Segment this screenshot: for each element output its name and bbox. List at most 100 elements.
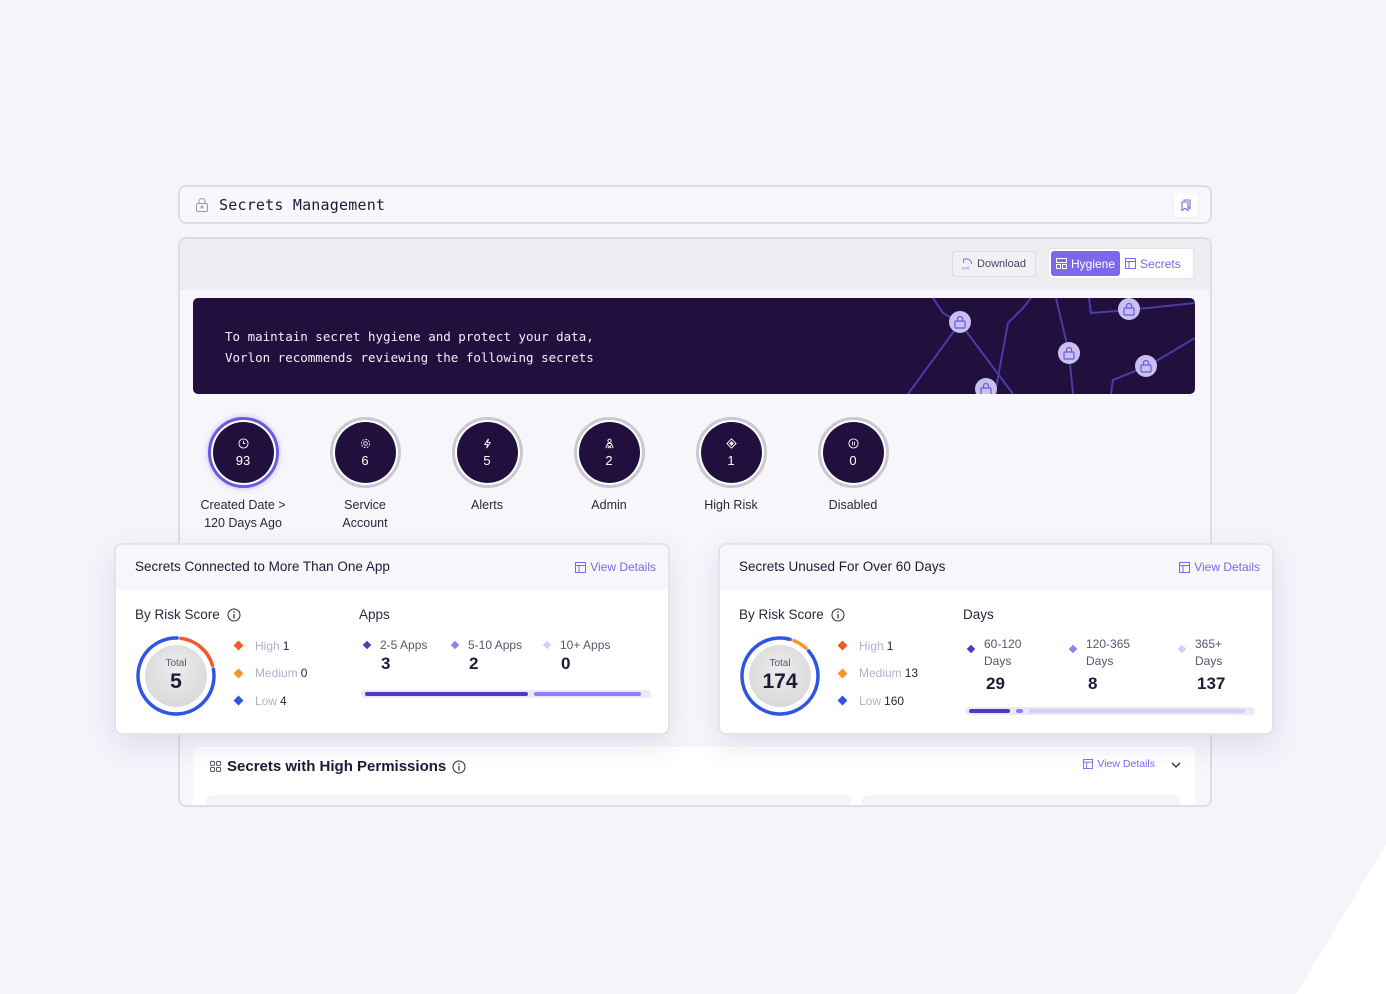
- legend-value: 160: [884, 693, 905, 708]
- bucket-60-120-days: 60-120 Days 29: [965, 636, 1021, 694]
- bar-segment-1: [365, 692, 529, 696]
- stat-service-account[interactable]: 6 Service Account: [310, 417, 420, 532]
- stat-label-line1: Alerts: [471, 498, 503, 512]
- banner-line-2: Vorlon recommends reviewing the followin…: [225, 350, 594, 365]
- stat-alerts[interactable]: 5 Alerts: [432, 417, 542, 514]
- stat-disc: 0: [822, 422, 884, 483]
- view-details-label: View Details: [1194, 560, 1260, 574]
- panel-toolbar: csv Download Hygiene Secrets: [180, 239, 1210, 290]
- diamond-icon: [233, 640, 244, 651]
- stat-label: Alerts: [432, 496, 542, 514]
- risk-score-title: By Risk Score: [739, 607, 824, 622]
- stat-disc: 93: [212, 422, 274, 483]
- risk-donut: Total 174: [739, 635, 821, 717]
- tab-hygiene-label: Hygiene: [1071, 256, 1116, 271]
- permissions-subpanel-left: [206, 795, 851, 805]
- bucket-label-line2: Days: [984, 654, 1012, 668]
- bucket-value: 2: [469, 654, 479, 673]
- page-title: Secrets Management: [219, 195, 386, 214]
- lock-icon: [196, 197, 208, 212]
- diamond-icon: [1068, 644, 1078, 654]
- risk-score-label: By Risk Score: [135, 607, 241, 622]
- legend-value: 0: [300, 666, 308, 681]
- view-details-label: View Details: [1097, 758, 1155, 770]
- info-icon[interactable]: [831, 608, 845, 622]
- high-permissions-title: Secrets with High Permissions: [227, 758, 447, 775]
- diamond-icon: [450, 640, 460, 650]
- view-toggle: Hygiene Secrets: [1048, 248, 1194, 279]
- card-title: Secrets Connected to More Than One App: [135, 559, 390, 574]
- legend-label: Medium: [255, 666, 298, 681]
- diamond-icon: [837, 668, 848, 679]
- diamond-icon: [233, 668, 244, 679]
- days-label: Days: [963, 607, 994, 622]
- stat-disabled[interactable]: 0 Disabled: [798, 417, 908, 514]
- risk-donut: Total 5: [135, 635, 217, 717]
- legend-item-high: High 1: [837, 632, 918, 660]
- admin-user-icon: [604, 438, 614, 448]
- bookmarks-icon: [1181, 199, 1191, 212]
- diamond-icon: [837, 695, 848, 706]
- stat-value: 5: [483, 452, 491, 468]
- days-distribution-bar: [965, 707, 1255, 715]
- legend-item-medium: Medium 13: [837, 660, 918, 688]
- stat-label-line1: High Risk: [704, 498, 758, 512]
- stats-row: 93 Created Date > 120 Days Ago 6 Service…: [193, 417, 1193, 532]
- view-details-link[interactable]: View Details: [1179, 560, 1260, 574]
- view-details-link[interactable]: View Details: [575, 560, 656, 574]
- download-label: Download: [977, 258, 1026, 270]
- bucket-value: 137: [1197, 674, 1226, 693]
- risk-score-label: By Risk Score: [739, 607, 845, 622]
- apps-label: Apps: [359, 607, 390, 622]
- grid-layout-icon: [1056, 258, 1067, 269]
- stat-admin[interactable]: 2 Admin: [554, 417, 664, 514]
- tab-secrets[interactable]: Secrets: [1120, 251, 1186, 276]
- download-csv-button[interactable]: csv Download: [952, 251, 1036, 277]
- card-header: Secrets Unused For Over 60 Days View Det…: [720, 545, 1272, 590]
- stat-high-risk[interactable]: 1 High Risk: [676, 417, 786, 514]
- info-icon[interactable]: [227, 608, 241, 622]
- stat-value: 6: [361, 452, 369, 468]
- table-icon: [1179, 561, 1191, 573]
- total-label: Total: [165, 658, 187, 669]
- risk-diamond-icon: [725, 437, 737, 449]
- chevron-down-icon[interactable]: [1171, 761, 1181, 769]
- bookmark-button[interactable]: [1174, 193, 1198, 217]
- tab-hygiene[interactable]: Hygiene: [1051, 251, 1121, 276]
- card-unused-secrets: Secrets Unused For Over 60 Days View Det…: [718, 543, 1274, 735]
- page-header: Secrets Management: [178, 185, 1212, 224]
- high-permissions-view-details[interactable]: View Details: [1083, 758, 1155, 770]
- bucket-label: 2-5 Apps: [380, 638, 428, 652]
- bucket-label: 5-10 Apps: [468, 638, 523, 652]
- bucket-label-line2: Days: [1086, 654, 1114, 668]
- high-permissions-section: Secrets with High Permissions View Detai…: [193, 747, 1195, 805]
- table-icon: [1083, 759, 1094, 769]
- stat-created-date[interactable]: 93 Created Date > 120 Days Ago: [188, 417, 298, 532]
- banner-line-1: To maintain secret hygiene and protect y…: [225, 329, 594, 344]
- bucket-label-line1: 60-120: [984, 637, 1022, 651]
- total-value: 5: [170, 670, 182, 693]
- legend-label: High: [859, 638, 884, 653]
- legend-item-low: Low 160: [837, 687, 918, 715]
- lightning-icon: [483, 438, 491, 448]
- stat-value: 2: [605, 452, 613, 468]
- donut-center: Total 5: [145, 645, 207, 707]
- permissions-subpanel-right: [862, 795, 1180, 805]
- bar-segment-2: [1016, 709, 1023, 713]
- bucket-label-line1: 365+: [1195, 637, 1223, 651]
- stat-ring: 6: [329, 417, 401, 488]
- stat-label-line1: Created Date >: [200, 498, 286, 512]
- legend-value: 1: [886, 638, 894, 653]
- diamond-icon: [233, 695, 244, 706]
- diamond-icon: [542, 640, 552, 650]
- legend-value: 1: [282, 638, 290, 653]
- stat-label: Created Date > 120 Days Ago: [188, 496, 298, 532]
- info-icon[interactable]: [452, 760, 466, 774]
- bucket-value: 8: [1088, 674, 1098, 693]
- banner-text: To maintain secret hygiene and protect y…: [225, 326, 594, 368]
- table-icon: [575, 561, 587, 573]
- diamond-icon: [837, 640, 848, 651]
- stat-ring: 5: [451, 417, 523, 488]
- high-permissions-header: Secrets with High Permissions: [210, 758, 466, 775]
- legend-value: 4: [280, 693, 287, 708]
